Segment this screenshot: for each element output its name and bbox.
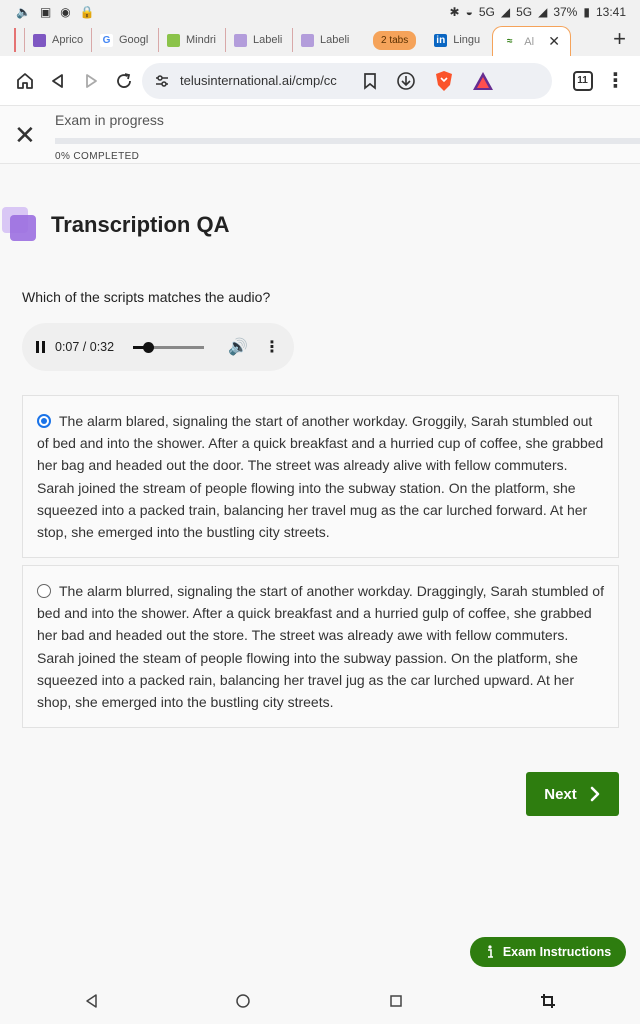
exam-instructions-button[interactable]: Exam Instructions (470, 937, 626, 967)
tab-label: Mindri (186, 34, 216, 46)
menu-button[interactable]: ⋮ (599, 68, 632, 93)
reload-icon (116, 72, 131, 88)
download-icon[interactable] (396, 71, 416, 91)
tab-strip: Aprico G Googl Mindri Labeli Labeli 2 ta… (0, 24, 640, 56)
audio-time: 0:07 / 0:32 (55, 340, 115, 354)
radio-button[interactable] (37, 414, 51, 428)
close-tab-icon[interactable]: ✕ (548, 33, 560, 50)
linkedin-favicon-icon: in (434, 33, 448, 47)
battery-icon: ▮ (583, 5, 590, 19)
tab-item[interactable]: Labeli (225, 28, 292, 52)
section-title: Transcription QA (51, 212, 230, 237)
tab-label: Lingu (453, 34, 481, 46)
forward-icon (85, 73, 97, 88)
next-label: Next (544, 785, 577, 803)
wifi-icon: ◒ (465, 5, 473, 19)
reload-button[interactable] (107, 71, 140, 91)
status-left: 🔈 ▣ ◉ 🔒 (16, 6, 95, 18)
tab-pinned[interactable] (14, 28, 24, 52)
tab-group-chip[interactable]: 2 tabs (373, 30, 417, 50)
tab-label: Al (524, 35, 535, 48)
answer-option-2[interactable]: The alarm blurred, signaling the start o… (22, 565, 619, 728)
tab-label: Labeli (320, 34, 350, 46)
answer-option-1[interactable]: The alarm blared, signaling the start of… (22, 395, 619, 558)
url-actions (362, 70, 494, 92)
nav-home-icon[interactable] (235, 993, 251, 1009)
volume-icon: 🔈 (16, 5, 31, 19)
lock-icon: 🔒 (79, 5, 95, 19)
tab-label: Aprico (52, 34, 83, 46)
screenshot-crop-icon[interactable] (540, 993, 556, 1009)
tab-label: Googl (119, 34, 149, 46)
question-text: Which of the scripts matches the audio? (22, 289, 271, 305)
signal-icon-2: ◢ (538, 5, 548, 19)
tab-item[interactable]: Aprico (24, 28, 91, 52)
status-right: ✱ ◒ 5G ◢ 5G ◢ 37% ▮ 13:41 (450, 5, 626, 19)
brave-rewards-icon[interactable] (472, 71, 494, 91)
more-vert-icon: ⋮ (605, 70, 626, 92)
tab-switcher-button[interactable]: 11 (566, 70, 599, 91)
progress-label: 0% COMPLETED (55, 151, 140, 162)
back-button[interactable] (41, 72, 74, 90)
network-label-2: 5G (516, 5, 533, 19)
system-nav-bar (0, 980, 640, 1024)
exam-status-title: Exam in progress (55, 112, 164, 128)
back-icon (51, 73, 63, 88)
telus-favicon-icon: ≈ (507, 36, 513, 47)
labelbox-favicon-icon (301, 33, 314, 47)
audio-player: 0:07 / 0:32 🔊 ⋮ (22, 323, 294, 371)
url-text[interactable]: telusinternational.ai/cmp/cc (180, 73, 340, 88)
tab-count: 11 (572, 70, 593, 91)
radio-button[interactable] (37, 584, 51, 598)
pause-icon[interactable] (36, 341, 45, 353)
mindrift-favicon-icon (167, 33, 180, 47)
option-text: The alarm blared, signaling the start of… (37, 413, 604, 541)
audio-more-icon[interactable]: ⋮ (264, 337, 280, 357)
close-exam-button[interactable]: ✕ (14, 122, 36, 148)
bookmark-icon[interactable] (362, 72, 378, 90)
option-text: The alarm blurred, signaling the start o… (37, 583, 604, 711)
status-bar: 🔈 ▣ ◉ 🔒 ✱ ◒ 5G ◢ 5G ◢ 37% ▮ 13:41 (0, 0, 640, 24)
clock: 13:41 (595, 5, 626, 19)
google-favicon-icon: G (100, 33, 113, 47)
battery-label: 37% (553, 5, 578, 19)
chevron-right-icon (590, 786, 600, 802)
exam-header: ✕ Exam in progress 0% COMPLETED (0, 106, 640, 164)
home-button[interactable] (8, 71, 41, 91)
tab-item[interactable]: Mindri (158, 28, 225, 52)
nav-back-icon[interactable] (84, 993, 100, 1009)
tab-item[interactable]: Labeli (292, 28, 359, 52)
tab-active[interactable]: ≈ Al ✕ (492, 26, 571, 56)
tab-label: Labeli (253, 34, 283, 46)
transcription-section-icon (2, 207, 36, 241)
nav-recents-icon[interactable] (389, 994, 403, 1008)
home-icon (16, 72, 33, 89)
bluetooth-icon: ✱ (449, 5, 460, 19)
next-button[interactable]: Next (526, 772, 619, 816)
record-icon: ◉ (60, 5, 71, 19)
exam-progress-bar (55, 138, 640, 144)
browser-toolbar: telusinternational.ai/cmp/cc 11 ⋮ (0, 56, 640, 106)
labelbox-favicon-icon (234, 33, 247, 47)
signal-icon: ◢ (500, 5, 511, 19)
audio-seek-bar[interactable] (132, 341, 205, 353)
brave-shields-icon[interactable] (434, 70, 454, 92)
site-settings-icon[interactable] (154, 73, 170, 89)
apricot-favicon-icon (33, 33, 46, 47)
exam-instructions-label: Exam Instructions (502, 945, 612, 959)
url-bar[interactable]: telusinternational.ai/cmp/cc (142, 62, 552, 99)
tab-item[interactable]: G Googl (91, 28, 158, 52)
gallery-icon: ▣ (39, 5, 52, 19)
tab-item[interactable]: in Lingu (426, 28, 492, 52)
forward-button[interactable] (74, 72, 107, 90)
network-label: 5G (478, 5, 495, 19)
info-icon (487, 945, 493, 958)
new-tab-button[interactable]: + (613, 28, 626, 50)
volume-icon[interactable]: 🔊 (228, 337, 248, 357)
audio-seek-knob[interactable] (143, 341, 155, 353)
